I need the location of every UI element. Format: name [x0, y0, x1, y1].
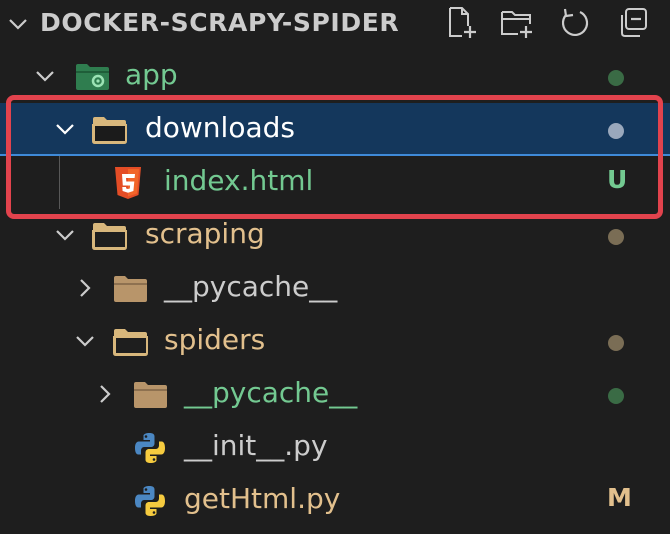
tree-item-pycache[interactable]: __pycache__	[0, 262, 670, 315]
git-status-untracked: U	[607, 165, 628, 194]
tree-item-label: app	[125, 58, 178, 91]
folder-icon	[114, 276, 147, 302]
tree-item-label: spiders	[164, 323, 266, 356]
chevron-down-icon[interactable]	[33, 64, 57, 88]
git-status-modified: M	[607, 483, 632, 512]
folder-gear-icon	[76, 64, 109, 90]
indent-guide	[59, 156, 60, 209]
chevron-down-icon[interactable]	[53, 117, 77, 141]
tree-item-label: downloads	[145, 111, 295, 144]
tree-item-app[interactable]: app	[0, 50, 670, 103]
tree-item-scraping[interactable]: scraping	[0, 209, 670, 262]
refresh-icon[interactable]	[558, 6, 592, 40]
python-icon	[135, 486, 165, 516]
status-dot	[608, 335, 624, 351]
html5-icon	[115, 167, 141, 199]
status-dot	[608, 229, 624, 245]
chevron-down-icon[interactable]	[6, 12, 30, 36]
tree-item-label: __pycache__	[184, 376, 358, 409]
python-icon	[135, 433, 165, 463]
tree-item-label: getHtml.py	[184, 482, 341, 515]
tree-item-gethtml-py[interactable]: getHtml.py M	[0, 474, 670, 527]
new-file-icon[interactable]	[446, 6, 480, 40]
chevron-right-icon[interactable]	[93, 382, 117, 406]
chevron-down-icon[interactable]	[73, 329, 97, 353]
folder-icon	[92, 117, 127, 144]
chevron-down-icon[interactable]	[53, 223, 77, 247]
new-folder-icon[interactable]	[500, 6, 534, 40]
tree-item-downloads[interactable]: downloads	[0, 103, 670, 156]
explorer-header[interactable]: DOCKER-SCRAPY-SPIDER	[0, 0, 670, 48]
tree-item-init-py[interactable]: __init__.py	[0, 421, 670, 474]
folder-icon	[134, 382, 167, 408]
chevron-right-icon[interactable]	[73, 276, 97, 300]
tree-item-index-html[interactable]: index.html U	[0, 156, 670, 209]
tree-item-label: index.html	[164, 164, 314, 197]
status-dot	[608, 388, 624, 404]
tree-item-pycache-nested[interactable]: __pycache__	[0, 368, 670, 421]
collapse-all-icon[interactable]	[616, 6, 650, 40]
status-dot	[608, 70, 624, 86]
tree-item-spiders[interactable]: spiders	[0, 315, 670, 368]
folder-icon	[92, 223, 127, 250]
folder-icon	[113, 329, 148, 356]
tree-item-label: scraping	[145, 217, 265, 250]
explorer-title: DOCKER-SCRAPY-SPIDER	[40, 8, 400, 37]
status-dot	[608, 123, 624, 139]
tree-item-label: __pycache__	[164, 270, 338, 303]
tree-item-label: __init__.py	[184, 429, 328, 462]
